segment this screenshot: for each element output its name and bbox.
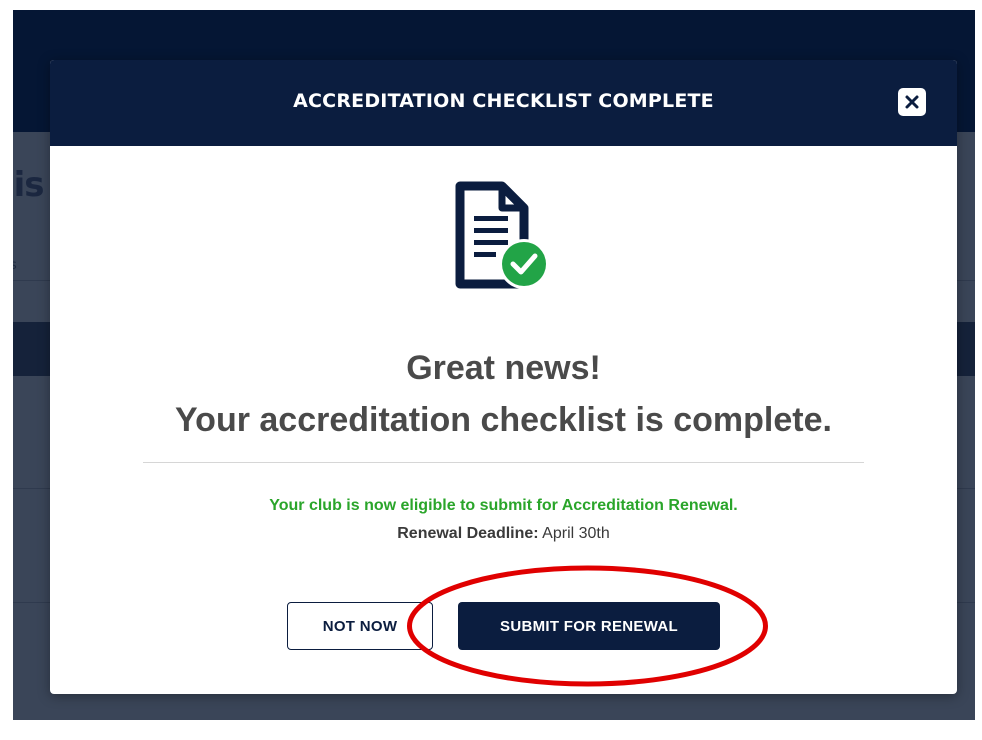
document-check-icon (455, 181, 549, 289)
background-subtext-fragment: s (13, 258, 17, 273)
background-title-fragment: lis (13, 165, 45, 205)
not-now-button[interactable]: NOT NOW (287, 602, 433, 650)
modal-title: ACCREDITATION CHECKLIST COMPLETE (293, 90, 714, 112)
modal-divider (143, 462, 864, 463)
modal-headline: Great news! Your accreditation checklist… (50, 342, 957, 446)
close-button[interactable] (898, 88, 926, 116)
submit-for-renewal-button[interactable]: SUBMIT FOR RENEWAL (458, 602, 720, 650)
eligibility-message: Your club is now eligible to submit for … (269, 497, 738, 514)
deadline-value: April 30th (542, 525, 610, 542)
headline-line-2: Your accreditation checklist is complete… (175, 401, 832, 439)
close-icon (905, 95, 919, 109)
deadline-label: Renewal Deadline: (397, 525, 539, 542)
modal-header: ACCREDITATION CHECKLIST COMPLETE (50, 60, 957, 146)
headline-line-1: Great news! (406, 349, 601, 387)
accreditation-complete-modal: ACCREDITATION CHECKLIST COMPLETE Great n… (50, 60, 957, 694)
renewal-deadline: Renewal Deadline: April 30th (50, 525, 957, 543)
